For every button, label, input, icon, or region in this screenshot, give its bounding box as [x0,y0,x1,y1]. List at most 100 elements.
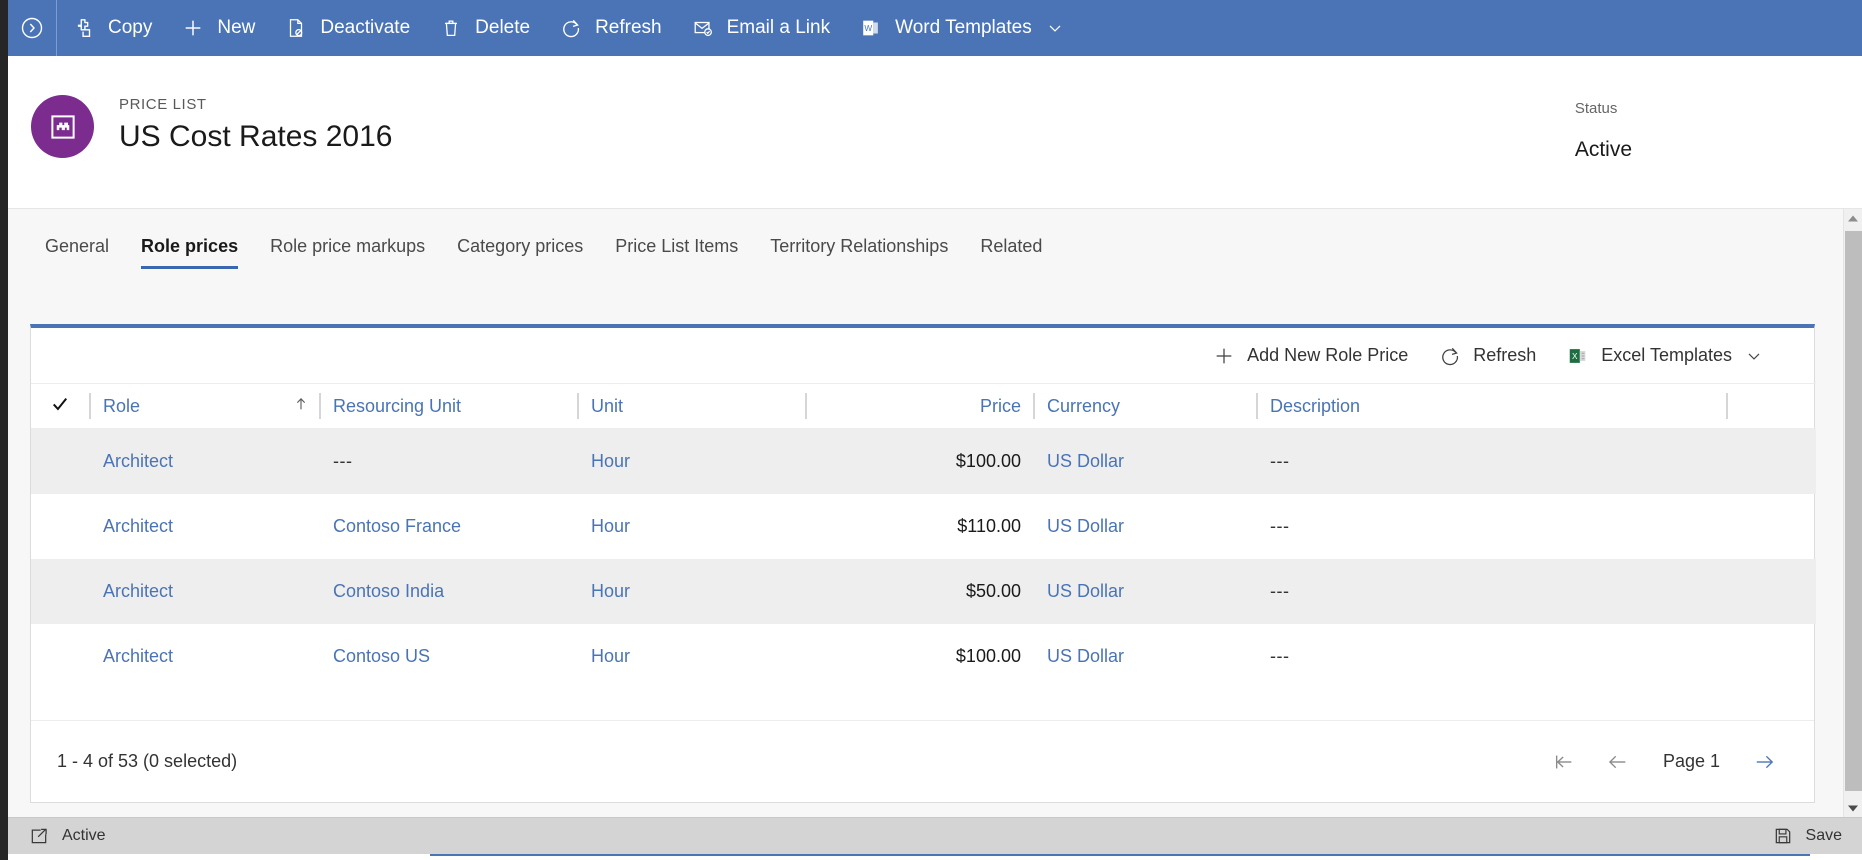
cell-currency[interactable]: US Dollar [1033,624,1256,689]
status-bar-state[interactable]: Active [28,825,106,847]
email-a-link-button-label: Email a Link [726,17,831,38]
cell-currency[interactable]: US Dollar [1033,559,1256,624]
tab-role-price-markups[interactable]: Role price markups [254,236,441,269]
plus-icon [1212,344,1236,368]
next-page-icon [1756,755,1774,768]
cell-currency[interactable]: US Dollar [1033,494,1256,559]
plus-icon [180,15,206,41]
status-field-value[interactable]: Active [1575,138,1632,162]
pagination: Page 1 [1537,740,1792,784]
price-list-icon [50,114,75,139]
tab-related[interactable]: Related [964,236,1058,269]
cell-price: $100.00 [805,428,1033,494]
subgrid-refresh-label: Refresh [1473,345,1537,365]
role-prices-table: Role Resourcing Unit Unit Price Currency… [31,383,1816,689]
subgrid-refresh-button[interactable]: Refresh [1426,336,1548,376]
cell-role[interactable]: Architect [89,494,319,559]
cell-role[interactable]: Architect [89,559,319,624]
avatar [31,95,94,158]
cell-unit[interactable]: Hour [577,428,805,494]
cell-description: --- [1270,646,1290,666]
first-page-icon [1555,755,1572,768]
previous-page-button[interactable] [1591,740,1645,784]
row-select-cell[interactable] [31,428,89,494]
refresh-icon [558,15,584,41]
chevron-right-circle-icon [21,17,43,39]
column-header-spacer [1726,383,1816,429]
cell-unit[interactable]: Hour [577,559,805,624]
previous-page-icon [1608,755,1626,768]
tab-role-prices[interactable]: Role prices [125,236,254,269]
refresh-button[interactable]: Refresh [544,0,676,56]
cell-unit[interactable]: Hour [577,624,805,689]
column-divider [805,393,807,419]
chevron-down-icon [1744,346,1764,366]
column-header-role[interactable]: Role [89,383,319,429]
tab-territory-relationships[interactable]: Territory Relationships [754,236,964,269]
row-select-cell[interactable] [31,624,89,689]
expand-command-bar-button[interactable] [8,0,56,56]
svg-text:W: W [864,24,872,33]
word-templates-button[interactable]: W Word Templates [844,0,1079,56]
cell-resourcing-unit[interactable]: Contoso India [319,559,577,624]
add-new-role-price-button[interactable]: Add New Role Price [1200,336,1420,376]
chevron-down-icon [1045,18,1065,38]
trash-icon [438,15,464,41]
word-icon: W [858,15,884,41]
tab-price-list-items[interactable]: Price List Items [599,236,754,269]
cell-role[interactable]: Architect [89,428,319,494]
cell-resourcing-unit: --- [319,428,577,494]
table-row[interactable]: Architect --- Hour $100.00 US Dollar --- [31,428,1816,494]
excel-templates-label: Excel Templates [1601,345,1732,365]
row-select-cell[interactable] [31,494,89,559]
column-header-resourcing-unit-label: Resourcing Unit [333,395,462,416]
record-header: PRICE LIST US Cost Rates 2016 Status Act… [8,56,1862,209]
copy-button[interactable]: Copy [57,0,166,56]
column-divider [577,393,579,419]
table-row[interactable]: Architect Contoso India Hour $50.00 US D… [31,559,1816,624]
excel-templates-button[interactable]: X Excel Templates [1554,336,1776,376]
column-header-currency[interactable]: Currency [1033,383,1256,429]
record-titles: PRICE LIST US Cost Rates 2016 [119,96,392,154]
column-header-resourcing-unit[interactable]: Resourcing Unit [319,383,577,429]
popout-icon [28,825,50,847]
scroll-down-button[interactable] [1844,799,1862,817]
scrollbar-thumb[interactable] [1845,231,1862,791]
subgrid-table-wrapper: Role Resourcing Unit Unit Price Currency… [31,383,1816,689]
row-select-cell[interactable] [31,559,89,624]
select-all-column-header[interactable] [31,383,89,429]
save-button[interactable]: Save [1772,825,1842,847]
tab-general[interactable]: General [29,236,125,269]
delete-button[interactable]: Delete [424,0,544,56]
email-a-link-button[interactable]: Email a Link [676,0,845,56]
column-divider [319,393,321,419]
cell-currency[interactable]: US Dollar [1033,428,1256,494]
window-bottom-edge [0,853,1862,860]
window-left-edge [0,0,8,860]
vertical-scrollbar[interactable] [1843,209,1862,817]
column-header-unit[interactable]: Unit [577,383,805,429]
table-row[interactable]: Architect Contoso France Hour $110.00 US… [31,494,1816,559]
cell-description: --- [1256,559,1726,624]
next-page-button[interactable] [1738,740,1792,784]
cell-role[interactable]: Architect [89,624,319,689]
tab-category-prices[interactable]: Category prices [441,236,599,269]
table-header-row: Role Resourcing Unit Unit Price Currency… [31,383,1816,429]
cell-resourcing-unit[interactable]: Contoso France [319,494,577,559]
entity-type-label: PRICE LIST [119,96,207,113]
column-header-price[interactable]: Price [805,383,1033,429]
scroll-up-button[interactable] [1844,209,1862,227]
cell-price: $110.00 [957,516,1021,536]
column-divider [1033,393,1035,419]
save-floppy-icon [1772,825,1794,847]
tab-strip: General Role prices Role price markups C… [8,209,1843,269]
first-page-button[interactable] [1537,740,1591,784]
table-row[interactable]: Architect Contoso US Hour $100.00 US Dol… [31,624,1816,689]
cell-unit[interactable]: Hour [577,494,805,559]
new-button[interactable]: New [166,0,269,56]
record-count-label: 1 - 4 of 53 (0 selected) [57,751,238,771]
deactivate-button[interactable]: Deactivate [269,0,424,56]
cell-resourcing-unit[interactable]: Contoso US [319,624,577,689]
column-header-unit-label: Unit [591,395,624,416]
column-header-description[interactable]: Description [1256,383,1726,429]
